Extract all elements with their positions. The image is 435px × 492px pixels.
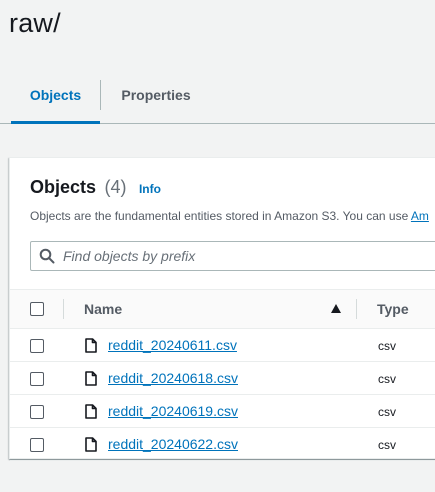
s3-bucket-folder-page: raw/ Objects Properties Objects (4) Info… [0, 0, 435, 492]
description-text: Objects are the fundamental entities sto… [30, 209, 411, 223]
sort-ascending-icon[interactable] [331, 304, 341, 313]
table-row: reddit_20240618.csv csv [10, 362, 435, 395]
object-type: csv [378, 339, 396, 353]
object-name-link[interactable]: reddit_20240611.csv [108, 337, 237, 353]
objects-panel-title: Objects [30, 177, 97, 197]
object-name-link[interactable]: reddit_20240619.csv [108, 403, 238, 419]
table-row: reddit_20240611.csv csv [10, 329, 435, 362]
object-name-link[interactable]: reddit_20240622.csv [108, 436, 238, 452]
object-type: csv [378, 405, 396, 419]
tab-objects[interactable]: Objects [11, 77, 100, 124]
objects-panel-description: Objects are the fundamental entities sto… [30, 209, 429, 223]
select-all-checkbox[interactable] [30, 302, 44, 316]
object-name-link[interactable]: reddit_20240618.csv [108, 370, 238, 386]
search-box [30, 241, 435, 271]
table-header: Name Type [10, 289, 435, 329]
column-header-type[interactable]: Type [377, 301, 409, 317]
column-header-name[interactable]: Name [84, 301, 122, 317]
object-type: csv [378, 372, 396, 386]
column-divider [63, 299, 64, 319]
search-input[interactable] [63, 245, 435, 267]
info-link[interactable]: Info [139, 182, 161, 196]
file-icon [85, 404, 97, 419]
table-row: reddit_20240622.csv csv [10, 428, 435, 461]
row-checkbox[interactable] [30, 405, 44, 419]
object-type: csv [378, 438, 396, 452]
row-checkbox[interactable] [30, 372, 44, 386]
description-link[interactable]: Am [411, 209, 429, 223]
search-icon [39, 248, 55, 264]
file-icon [85, 371, 97, 386]
row-checkbox[interactable] [30, 339, 44, 353]
objects-panel-header: Objects (4) Info [30, 177, 161, 198]
page-title: raw/ [9, 8, 61, 38]
tab-properties[interactable]: Properties [101, 77, 211, 121]
objects-panel: Objects (4) Info Objects are the fundame… [9, 157, 435, 461]
objects-count: (4) [104, 177, 127, 197]
objects-table: Name Type reddit_20240611.csv csv reddit… [10, 289, 435, 461]
column-resize-handle[interactable] [356, 299, 357, 319]
file-icon [85, 437, 97, 452]
tab-bar: Objects Properties [0, 77, 435, 124]
table-row: reddit_20240619.csv csv [10, 395, 435, 428]
file-icon [85, 338, 97, 353]
row-checkbox[interactable] [30, 438, 44, 452]
